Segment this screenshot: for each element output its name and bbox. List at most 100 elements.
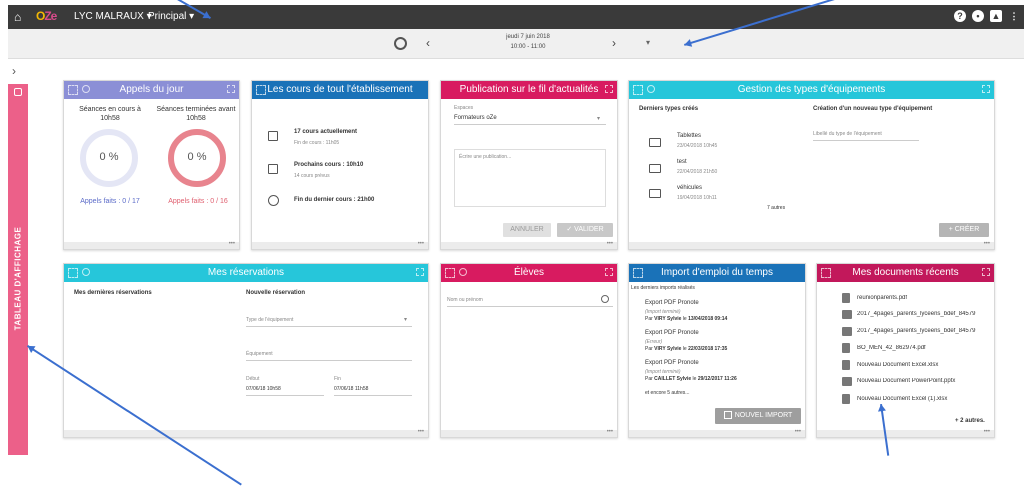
image-file-icon — [842, 327, 852, 336]
start-datetime-input[interactable]: 07/06/18 10h58 — [246, 386, 324, 396]
equipment-type-name[interactable]: Tablettes — [677, 133, 701, 139]
expand-icon[interactable] — [605, 85, 613, 93]
gear-icon[interactable] — [14, 88, 22, 96]
next-courses: Prochains cours : 10h10 — [294, 162, 364, 168]
expand-icon[interactable] — [982, 85, 990, 93]
user-icon[interactable]: • — [972, 10, 984, 22]
expand-icon[interactable] — [982, 268, 990, 276]
document-link[interactable]: Nouveau Document Excel (1).xlsx — [857, 396, 993, 402]
top-navigation-bar: ⌂ OZe LYC MALRAUX ▾ Principal ▾ ? • ▲ ⋮ — [8, 5, 1024, 29]
space-selector[interactable]: Principal ▾ — [148, 11, 194, 22]
equipment-type-date: 19/04/2018 10h11 — [677, 195, 717, 201]
validate-button[interactable]: ✓ VALIDER — [557, 223, 613, 237]
equipment-type-name[interactable]: test — [677, 159, 687, 165]
gear-icon[interactable] — [82, 268, 90, 276]
reservations-widget-header: Mes réservations — [64, 264, 428, 282]
device-icon — [649, 164, 661, 173]
current-courses-end: Fin de cours : 11h05 — [294, 140, 340, 146]
widget-footer[interactable]: ••• — [441, 241, 617, 249]
document-link[interactable]: BO_MEN_42_862974.pdf — [857, 345, 993, 351]
reservations-title: Mes réservations — [207, 267, 285, 278]
equipment-type-name[interactable]: véhicules — [677, 185, 702, 191]
documents-widget-header: Mes documents récents — [817, 264, 994, 282]
import-item-title[interactable]: Export PDF Pronote — [645, 330, 699, 336]
move-icon[interactable] — [256, 85, 266, 95]
ended-attendance-caption[interactable]: Appels faits : 0 / 16 — [156, 198, 240, 205]
chevron-down-icon[interactable]: ▾ — [597, 115, 600, 122]
expand-icon[interactable] — [605, 268, 613, 276]
sidebar-expand-icon[interactable]: › — [12, 64, 16, 78]
gear-icon[interactable] — [459, 268, 467, 276]
widget-footer[interactable]: ••• — [64, 429, 428, 437]
gear-icon[interactable] — [647, 85, 655, 93]
more-icon[interactable]: ⋮ — [1008, 10, 1020, 22]
publication-title: Publication sur le fil d'actualités — [459, 84, 599, 95]
app-logo[interactable]: OZe — [36, 9, 57, 23]
document-link[interactable]: Nouveau Document PowerPoint.pptx — [857, 378, 993, 384]
calendar-icon — [268, 131, 278, 141]
equipment-type-date: 22/04/2018 21h50 — [677, 169, 718, 175]
school-selector[interactable]: LYC MALRAUX ▾ — [74, 11, 152, 22]
calendar-icon — [268, 164, 278, 174]
move-icon[interactable] — [633, 85, 643, 95]
help-icon[interactable]: ? — [954, 10, 966, 22]
search-icon[interactable] — [601, 295, 609, 303]
student-search-input[interactable]: Nom ou prénom — [447, 297, 613, 307]
move-icon[interactable] — [633, 268, 643, 278]
move-icon[interactable] — [68, 268, 78, 278]
document-link[interactable]: 2017_4pages_parents_lyceens_bdef_84579 — [857, 328, 993, 334]
planned-courses: 14 cours prévus — [294, 173, 330, 179]
last-course-end: Fin du dernier cours : 21h00 — [294, 197, 375, 203]
document-link[interactable]: reunionparents.pdf — [857, 295, 993, 301]
new-type-title: Création d'un nouveau type d'équipement — [813, 106, 933, 112]
expand-icon[interactable] — [227, 85, 235, 93]
ongoing-attendance-caption[interactable]: Appels faits : 0 / 17 — [68, 198, 152, 205]
home-icon[interactable]: ⌂ — [14, 10, 28, 24]
next-slot-button[interactable]: › — [612, 36, 616, 50]
device-icon — [649, 138, 661, 147]
widget-footer[interactable]: ••• — [817, 429, 994, 437]
move-icon[interactable] — [821, 268, 831, 278]
move-icon[interactable] — [445, 268, 455, 278]
more-documents-link[interactable]: + 2 autres. — [955, 418, 985, 424]
clock-icon — [268, 195, 279, 206]
import-item-title[interactable]: Export PDF Pronote — [645, 360, 699, 366]
import-item-status: (Import terminé) — [645, 309, 681, 315]
equipment-type-select[interactable]: Type de l'équipement — [246, 317, 412, 327]
students-title: Élèves — [513, 267, 544, 278]
chevron-down-icon[interactable]: ▾ — [404, 316, 407, 323]
attendance-widget: Appels du jour Séances en cours à 10h58 … — [63, 80, 240, 250]
widget-footer[interactable]: ••• — [64, 241, 239, 249]
end-datetime-input[interactable]: 07/06/18 11h58 — [334, 386, 412, 396]
widget-footer[interactable]: ••• — [629, 429, 805, 437]
create-button[interactable]: + CRÉER — [939, 223, 989, 237]
document-link[interactable]: Nouveau Document Excel.xlsx — [857, 362, 993, 368]
clock-icon[interactable] — [394, 37, 407, 50]
attendance-title: Appels du jour — [119, 84, 184, 95]
gear-icon[interactable] — [82, 85, 90, 93]
new-import-button[interactable]: NOUVEL IMPORT — [715, 408, 801, 424]
import-item-meta: Par VIRY Sylvie le 22/03/2018 17:35 — [645, 346, 728, 352]
document-link[interactable]: 2017_4pages_parents_lyceens_bdef_84579 — [857, 311, 993, 317]
expand-icon[interactable] — [416, 268, 424, 276]
import-subtitle: Les derniers imports réalisés — [631, 285, 695, 291]
widget-footer[interactable]: ••• — [629, 241, 994, 249]
space-select[interactable]: Formateurs oZe — [454, 115, 606, 125]
type-label-input[interactable]: Libellé du type de l'équipement — [813, 131, 919, 141]
chevron-down-icon[interactable]: ▾ — [646, 38, 650, 47]
timetable-import-widget: Import d'emploi du temps Les derniers im… — [628, 263, 806, 438]
widget-footer[interactable]: ••• — [252, 241, 428, 249]
device-icon — [649, 189, 661, 198]
previous-slot-button[interactable]: ‹ — [426, 36, 430, 50]
publication-textarea[interactable]: Écrire une publication... — [454, 149, 606, 207]
cancel-button[interactable]: ANNULER — [503, 223, 551, 237]
equipment-input[interactable]: Équipement — [246, 351, 412, 361]
import-item-title[interactable]: Export PDF Pronote — [645, 300, 699, 306]
move-icon[interactable] — [68, 85, 78, 95]
widget-footer[interactable]: ••• — [441, 429, 617, 437]
import-item-status: (Erreur) — [645, 339, 663, 345]
other-types-link[interactable]: 7 autres — [767, 205, 785, 211]
dashboard-side-tab[interactable]: TABLEAU D'AFFICHAGE — [8, 84, 28, 455]
notification-icon[interactable]: ▲ — [990, 10, 1002, 22]
more-imports-link[interactable]: et encore 5 autres... — [645, 390, 689, 396]
